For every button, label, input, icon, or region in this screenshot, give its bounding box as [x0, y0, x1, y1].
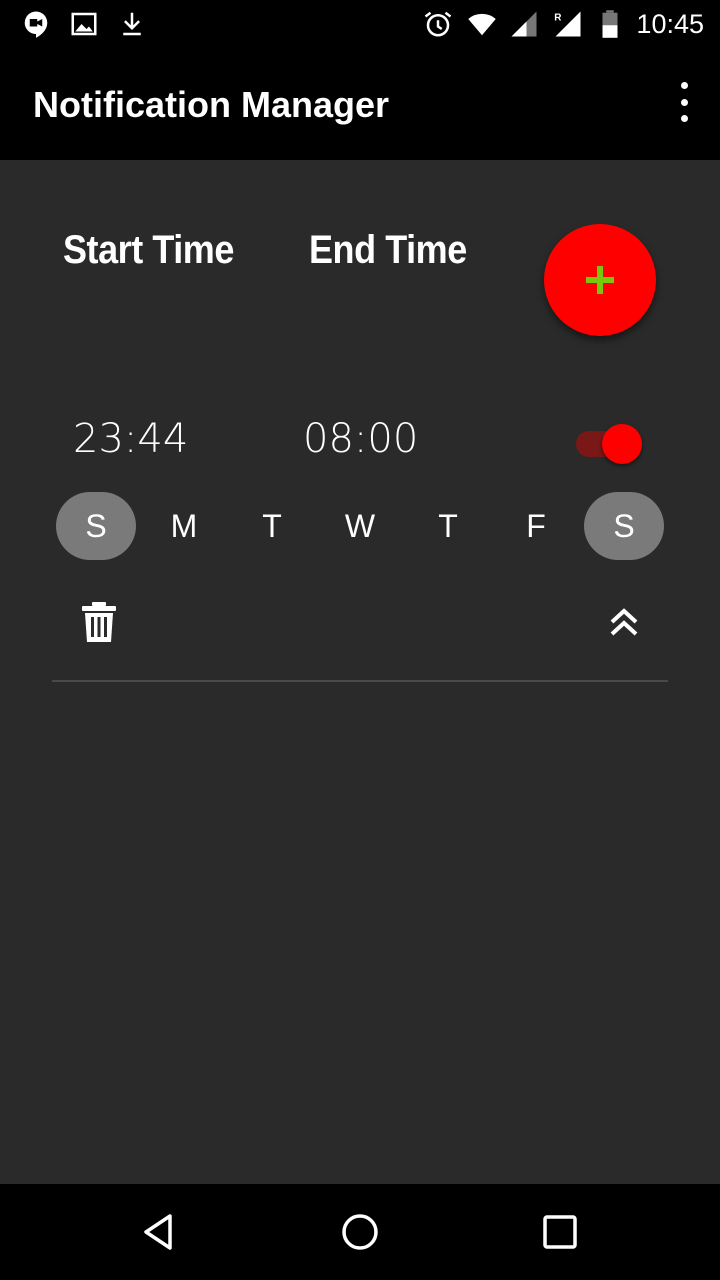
hangouts-icon [20, 8, 52, 40]
home-icon [342, 1214, 378, 1250]
trash-icon [82, 602, 116, 642]
wifi-icon [466, 8, 498, 40]
switch-thumb [602, 424, 642, 464]
home-button[interactable] [336, 1208, 384, 1256]
status-time: 10:45 [636, 9, 704, 39]
cell-signal-icon [508, 8, 540, 40]
day-toggle-friday[interactable]: F [496, 492, 576, 560]
double-chevron-up-icon [610, 608, 638, 636]
day-toggle-saturday[interactable]: S [584, 492, 664, 560]
image-icon [68, 8, 100, 40]
recents-button[interactable] [536, 1208, 584, 1256]
divider [52, 680, 668, 682]
back-icon [144, 1214, 172, 1250]
app-title: Notification Manager [33, 84, 390, 125]
app-bar: Notification Manager [0, 48, 720, 160]
download-icon [116, 8, 148, 40]
status-bar: R 10:45 [0, 0, 720, 48]
overflow-menu-icon[interactable] [676, 82, 692, 122]
battery-icon [594, 8, 626, 40]
day-toggle-thursday[interactable]: T [408, 492, 488, 560]
day-toggle-monday[interactable]: M [144, 492, 224, 560]
collapse-button[interactable] [606, 604, 642, 640]
end-time-value[interactable]: 08:00 [303, 416, 418, 462]
start-time-header: Start Time [63, 228, 234, 272]
navigation-bar [0, 1184, 720, 1280]
plus-icon [586, 266, 614, 294]
roaming-signal-icon: R [552, 8, 584, 40]
add-schedule-button[interactable] [544, 224, 656, 336]
day-toggle-tuesday[interactable]: T [232, 492, 312, 560]
svg-text:R: R [554, 12, 562, 23]
day-toggle-sunday[interactable]: S [56, 492, 136, 560]
end-time-header: End Time [309, 228, 467, 272]
delete-schedule-button[interactable] [80, 602, 118, 642]
alarm-icon [422, 8, 454, 40]
day-toggle-wednesday[interactable]: W [320, 492, 400, 560]
back-button[interactable] [136, 1208, 184, 1256]
start-time-value[interactable]: 23:44 [73, 416, 188, 462]
recents-icon [543, 1215, 577, 1249]
schedule-enabled-switch[interactable] [576, 424, 642, 464]
